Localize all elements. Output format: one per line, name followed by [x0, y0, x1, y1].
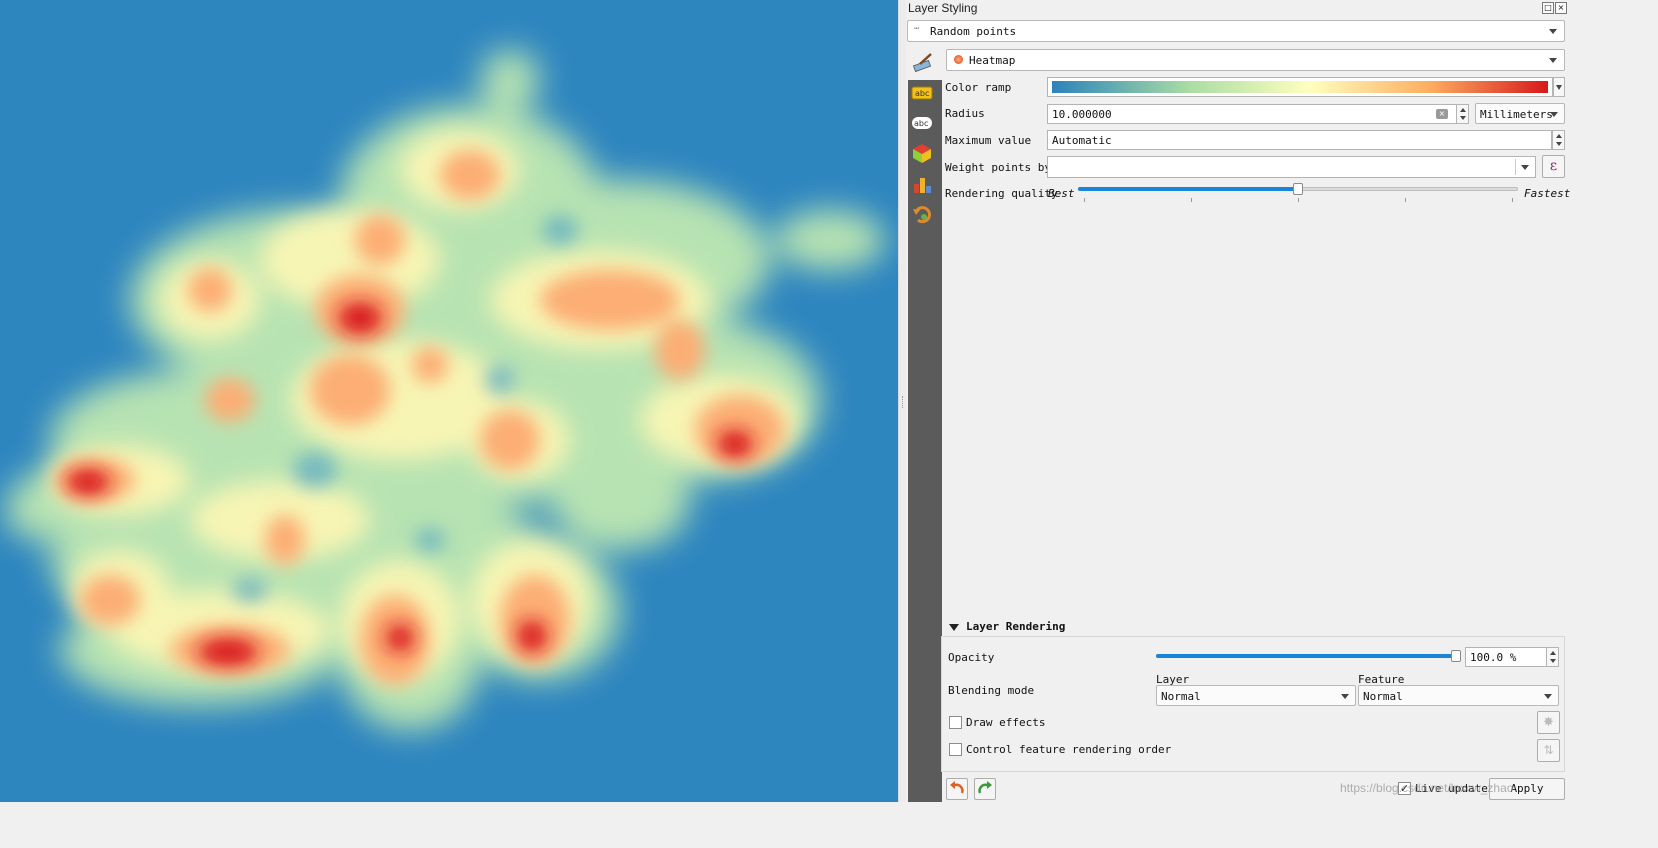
heatmap-render	[5, 50, 885, 730]
order-by-button[interactable]: ⇅	[1537, 739, 1560, 762]
svg-text:abc: abc	[915, 89, 929, 98]
apply-label: Apply	[1510, 782, 1544, 795]
weight-label: Weight points by	[945, 161, 1051, 174]
opacity-slider-handle[interactable]	[1451, 650, 1461, 662]
radius-input[interactable]: 10.000000 ×	[1047, 104, 1457, 124]
expression-button[interactable]: ε	[1542, 155, 1565, 178]
control-order-label: Control feature rendering order	[966, 743, 1172, 756]
quality-label: Rendering quality	[945, 187, 1058, 200]
radius-unit-value: Millimeters	[1480, 108, 1553, 121]
draw-effects-label: Draw effects	[966, 716, 1046, 729]
opacity-value: 100.0 %	[1470, 651, 1517, 664]
quality-best-label: Best	[1048, 187, 1075, 200]
paintbrush-icon	[912, 51, 934, 73]
layer-rendering-header[interactable]: Layer Rendering	[966, 620, 1065, 633]
opacity-spinner[interactable]	[1546, 647, 1559, 667]
layer-select[interactable]: ⋯ Random points	[907, 20, 1565, 42]
opacity-slider[interactable]	[1156, 649, 1461, 665]
layer-select-value: Random points	[930, 25, 1017, 38]
effects-button[interactable]: ✸	[1537, 711, 1560, 734]
feature-blend-select[interactable]: Normal	[1358, 685, 1559, 706]
layer-blend-value: Normal	[1161, 690, 1201, 703]
epsilon-icon: ε	[1549, 158, 1558, 174]
sort-icon: ⇅	[1543, 743, 1554, 757]
close-icon[interactable]: ×	[1555, 2, 1567, 14]
weight-field-select[interactable]	[1047, 156, 1536, 178]
quality-fastest-label: Fastest	[1524, 187, 1571, 200]
clear-icon[interactable]: ×	[1436, 109, 1448, 119]
redo-button[interactable]	[974, 778, 996, 800]
diagram-icon[interactable]	[912, 174, 932, 194]
chevron-down-icon	[1341, 694, 1349, 699]
radius-unit-select[interactable]: Millimeters	[1475, 103, 1565, 124]
redo-icon	[978, 781, 992, 794]
points-layer-icon: ⋯	[914, 24, 920, 34]
heatmap-icon	[954, 55, 963, 64]
blending-label: Blending mode	[948, 684, 1035, 697]
opacity-label: Opacity	[948, 651, 995, 664]
radius-spinner[interactable]	[1456, 104, 1469, 124]
draw-effects-checkbox[interactable]	[949, 716, 962, 729]
style-sidebar: abc abc	[906, 80, 944, 802]
color-ramp-dropdown[interactable]	[1553, 77, 1565, 97]
feature-blend-value: Normal	[1363, 690, 1403, 703]
renderer-select[interactable]: Heatmap	[946, 49, 1565, 71]
chevron-down-icon	[1549, 29, 1557, 34]
watermark: https://blog.csdn.net/lnxcw_zhao	[1340, 781, 1514, 795]
chevron-down-icon	[1549, 58, 1557, 63]
star-icon: ✸	[1543, 715, 1554, 730]
3d-view-icon[interactable]	[912, 142, 932, 163]
sidebar-item-labels[interactable]: abc	[911, 84, 933, 104]
map-canvas[interactable]	[0, 0, 898, 802]
radius-value: 10.000000	[1052, 108, 1112, 121]
svg-text:abc: abc	[914, 119, 928, 128]
chevron-down-icon	[1556, 85, 1562, 90]
collapse-triangle-icon[interactable]	[949, 624, 959, 631]
color-ramp-button[interactable]	[1047, 77, 1553, 97]
radius-label: Radius	[945, 107, 985, 120]
renderer-select-value: Heatmap	[969, 54, 1016, 67]
quality-slider[interactable]	[1078, 183, 1518, 203]
control-order-checkbox[interactable]	[949, 743, 962, 756]
layer-blend-select[interactable]: Normal	[1156, 685, 1356, 706]
quality-slider-handle[interactable]	[1293, 183, 1303, 195]
color-ramp-gradient	[1052, 81, 1548, 93]
float-panel-icon[interactable]: □	[1542, 2, 1554, 14]
panel-title: Layer Styling	[908, 1, 978, 15]
color-ramp-label: Color ramp	[945, 81, 1012, 94]
chevron-down-icon	[1544, 694, 1552, 699]
chevron-down-icon	[1521, 165, 1529, 170]
opacity-input[interactable]: 100.0 %	[1465, 647, 1547, 667]
history-icon[interactable]	[912, 204, 932, 224]
sidebar-item-masks[interactable]: abc	[911, 114, 932, 134]
max-value-spinner[interactable]	[1552, 130, 1565, 150]
chevron-down-icon	[1550, 112, 1558, 117]
undo-icon	[950, 781, 964, 794]
max-value-label: Maximum value	[945, 134, 1032, 147]
undo-button[interactable]	[946, 778, 968, 800]
max-value-input[interactable]: Automatic	[1047, 130, 1552, 150]
max-value-value: Automatic	[1052, 134, 1112, 147]
